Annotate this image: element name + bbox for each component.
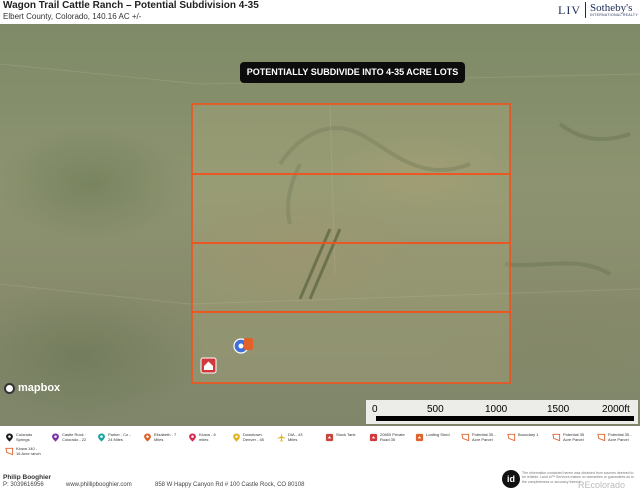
legend-item: Colorado Springs — [5, 432, 32, 442]
map-title: Wagon Trail Cattle Ranch – Potential Sub… — [3, 0, 259, 11]
scale-label-500: 500 — [427, 404, 444, 415]
footer: Philip Booghier P: 3039616956 www.philli… — [0, 466, 640, 491]
scale-label-2000: 2000ft — [602, 404, 630, 415]
legend-item-label: 20650 Private Road 35 — [380, 432, 405, 442]
legend-item-label: Potential 35 - Acre Parcel — [472, 432, 496, 442]
legend-item-label: Kiowa 140 - 16 Acre ranch — [16, 446, 41, 456]
brand-liv: LIV — [558, 2, 582, 17]
parcel-outline-icon — [552, 433, 561, 442]
agent-website-link[interactable]: www.phillipbooghier.com — [66, 482, 132, 488]
legend-item: Elizabeth - 7 Miles — [143, 432, 176, 442]
parcel-overlay — [191, 103, 511, 384]
legend-item-label: Potential 35 - Acre Parcel — [608, 432, 632, 442]
legend-item-label: DIA - 43 Miles — [288, 432, 303, 442]
house-icon — [369, 433, 378, 442]
legend-item: Loafing Shed — [415, 432, 450, 442]
brand-divider — [585, 2, 587, 18]
legend-item: Potential 35 - Acre Parcel — [461, 432, 496, 442]
legend-item: Potential 35 - Acre Parcel — [597, 432, 632, 442]
legend-item: DIA - 43 Miles — [277, 432, 302, 442]
ranch-outline-icon — [5, 447, 14, 456]
agent-address: 858 W Happy Canyon Rd # 100 Castle Rock,… — [155, 482, 305, 488]
legend-item: Downtown Denver - 45 — [232, 432, 264, 442]
legend-item-label: Castle Rock · Colorado - 22 — [62, 432, 87, 442]
legend-item-label: Stock Tank — [336, 432, 356, 437]
brand-stack: Sotheby's INTERNATIONAL REALTY — [590, 2, 638, 18]
legend-item: Kiowa - 6 miles — [188, 432, 216, 442]
mapbox-icon — [4, 382, 15, 394]
map-legend: Colorado Springs Castle Rock · Colorado -… — [0, 426, 640, 466]
scale-bar: 0 500 1000 1500 2000ft — [366, 400, 638, 424]
legend-item: Boundary 1 — [507, 432, 538, 442]
legend-item: Kiowa 140 - 16 Acre ranch — [5, 446, 41, 456]
kiowa-pin-icon — [189, 433, 196, 442]
agent-phone[interactable]: P: 3039616956 — [3, 482, 44, 488]
boundary-outline-icon — [507, 433, 516, 442]
parcel-lot-2[interactable] — [191, 173, 511, 244]
scale-label-0: 0 — [372, 404, 378, 415]
legend-item: Stock Tank — [325, 432, 356, 442]
legend-item: Potential 35 Acre Parcel — [552, 432, 584, 442]
colorado-springs-pin-icon — [6, 433, 13, 442]
castle-rock-pin-icon — [52, 433, 59, 442]
house-marker[interactable] — [200, 357, 217, 374]
legend-item-label: Kiowa - 6 miles — [199, 432, 216, 442]
parcel-outline-icon — [597, 433, 606, 442]
parker-pin-icon — [98, 433, 105, 442]
land-id-logo: id — [502, 470, 520, 488]
scale-bar-line — [376, 416, 634, 421]
mapbox-logo[interactable]: mapbox — [4, 382, 60, 394]
parcel-lot-3[interactable] — [191, 242, 511, 313]
legend-item: 20650 Private Road 35 — [369, 432, 405, 442]
brand-sub: INTERNATIONAL REALTY — [590, 12, 638, 17]
legend-item-label: Elizabeth - 7 Miles — [154, 432, 177, 442]
elizabeth-pin-icon — [144, 433, 151, 442]
agent-name: Philip Booghier — [3, 474, 52, 481]
legend-item-label: Downtown Denver - 45 — [243, 432, 264, 442]
shed-icon — [415, 433, 424, 442]
downtown-denver-pin-icon — [233, 433, 240, 442]
parcel-lot-1[interactable] — [191, 103, 511, 175]
legend-item: Castle Rock · Colorado - 22 — [51, 432, 86, 442]
airplane-icon — [277, 433, 286, 442]
loafing-shed-marker[interactable] — [244, 338, 253, 350]
stock-tank-icon — [325, 433, 334, 442]
legend-item-label: Parker , Co - 24 Miles — [108, 432, 131, 442]
legend-item-label: Loafing Shed — [426, 432, 450, 437]
parcel-outline-icon — [461, 433, 470, 442]
legend-item-label: Boundary 1 — [518, 432, 539, 437]
subdivision-callout: POTENTIALLY SUBDIVIDE INTO 4-35 ACRE LOT… — [240, 62, 465, 83]
mapbox-attribution: mapbox — [18, 382, 61, 394]
scale-label-1500: 1500 — [547, 404, 570, 415]
legend-item-label: Potential 35 Acre Parcel — [563, 432, 585, 442]
brokerage-logo: LIV Sotheby's INTERNATIONAL REALTY — [558, 2, 638, 18]
legend-item-label: Colorado Springs — [16, 432, 33, 442]
header: Wagon Trail Cattle Ranch – Potential Sub… — [0, 0, 640, 24]
map-subtitle: Elbert County, Colorado, 140.16 AC +/- — [3, 12, 142, 21]
satellite-map[interactable]: POTENTIALLY SUBDIVIDE INTO 4-35 ACRE LOT… — [0, 24, 640, 426]
scale-label-1000: 1000 — [485, 404, 508, 415]
legend-item: Parker , Co - 24 Miles — [97, 432, 131, 442]
recolorado-watermark: REcolorado — [578, 480, 626, 490]
